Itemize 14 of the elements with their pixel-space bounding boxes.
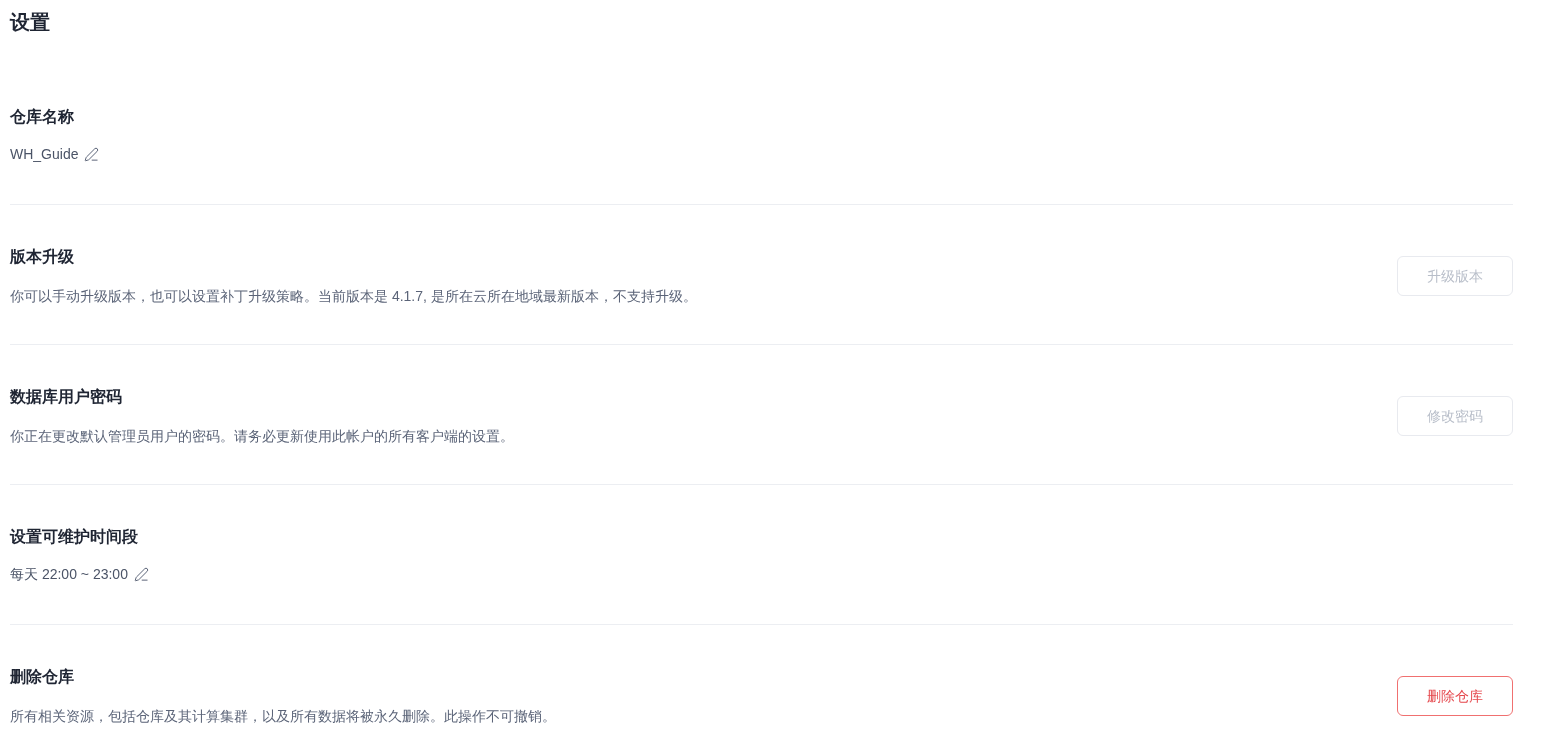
section-description: 你正在更改默认管理员用户的密码。请务必更新使用此帐户的所有客户端的设置。 [10,427,514,446]
edit-pencil-icon[interactable] [84,146,100,162]
edit-pencil-icon[interactable] [133,566,149,582]
setting-value: 每天 22:00 ~ 23:00 [10,565,128,584]
setting-value: WH_Guide [10,145,79,164]
section-title: 设置可维护时间段 [10,527,138,547]
section-description: 所有相关资源，包括仓库及其计算集群，以及所有数据将被永久删除。此操作不可撤销。 [10,707,556,726]
delete-button[interactable]: 删除仓库 [1397,676,1513,716]
section-title: 数据库用户密码 [10,387,122,407]
section-title: 版本升级 [10,247,74,267]
section-description: 你可以手动升级版本，也可以设置补丁升级策略。当前版本是 4.1.7, 是所在云所在地域最新版本，不支持升级。 [10,287,697,306]
section-title: 删除仓库 [10,667,74,687]
section-title: 仓库名称 [10,107,74,127]
page-title: 设置 [10,10,50,34]
